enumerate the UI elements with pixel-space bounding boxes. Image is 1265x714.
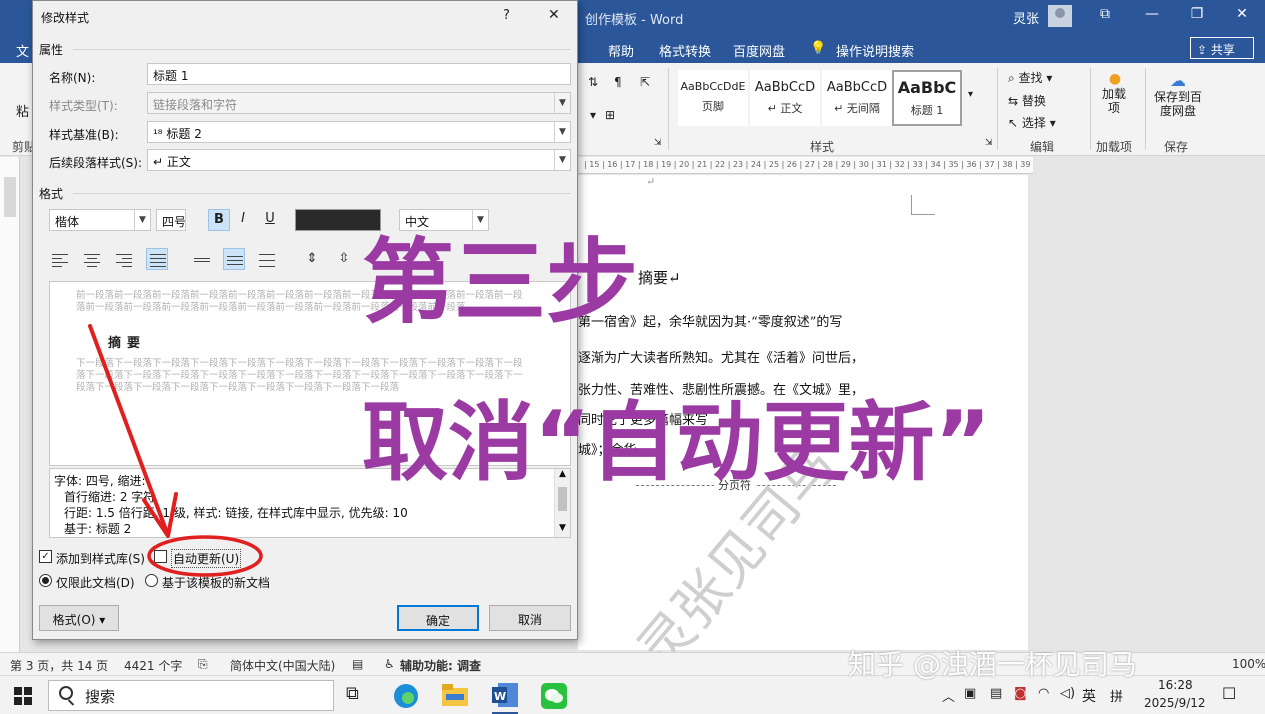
brand-watermark: 知乎 @浊酒一杯见司马 [848, 648, 1137, 681]
annotation-arrow-line [88, 324, 168, 532]
annotation-circle [147, 535, 263, 577]
step-overlay-text: 第三步 [362, 229, 639, 336]
annotation-layer [88, 324, 263, 577]
instruction-overlay-text: 取消“自动更新” [362, 393, 992, 493]
